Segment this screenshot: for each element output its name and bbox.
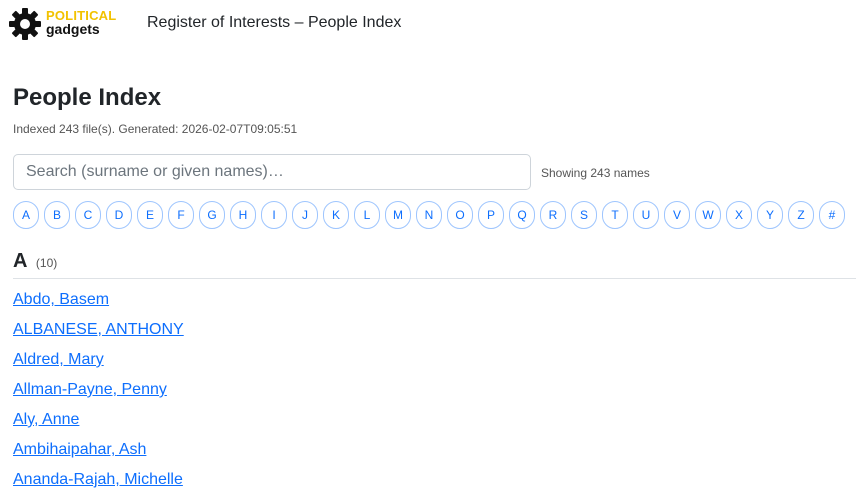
person-link[interactable]: Aldred, Mary <box>13 351 104 368</box>
alphabet-link-t[interactable]: T <box>602 201 628 229</box>
app-title: Register of Interests – People Index <box>147 14 402 31</box>
alphabet-link-g[interactable]: G <box>199 201 225 229</box>
alphabet-link-a[interactable]: A <box>13 201 39 229</box>
person-link[interactable]: ALBANESE, ANTHONY <box>13 321 184 338</box>
list-item: Abdo, Basem <box>13 288 184 318</box>
alphabet-link-h[interactable]: H <box>230 201 256 229</box>
alphabet-link-hash[interactable]: # <box>819 201 845 229</box>
alphabet-link-c[interactable]: C <box>75 201 101 229</box>
index-meta: Indexed 243 file(s). Generated: 2026-02-… <box>13 122 298 136</box>
alphabet-link-v[interactable]: V <box>664 201 690 229</box>
alphabet-link-w[interactable]: W <box>695 201 721 229</box>
list-item: Aly, Anne <box>13 408 184 438</box>
alphabet-link-s[interactable]: S <box>571 201 597 229</box>
alphabet-link-j[interactable]: J <box>292 201 318 229</box>
alphabet-nav: A B C D E F G H I J K L M N O P Q R S T U V W X Y Z # <box>13 201 857 231</box>
section-heading: A (10) <box>13 250 856 279</box>
people-list: Abdo, Basem ALBANESE, ANTHONY Aldred, Mary… <box>13 288 184 498</box>
alphabet-link-b[interactable]: B <box>44 201 70 229</box>
alphabet-link-o[interactable]: O <box>447 201 473 229</box>
alphabet-link-n[interactable]: N <box>416 201 442 229</box>
alphabet-link-m[interactable]: M <box>385 201 411 229</box>
alphabet-link-y[interactable]: Y <box>757 201 783 229</box>
logo-text-gadgets: gadgets <box>46 21 100 37</box>
alphabet-link-u[interactable]: U <box>633 201 659 229</box>
person-link[interactable]: Ananda-Rajah, Michelle <box>13 471 183 488</box>
person-link[interactable]: Allman-Payne, Penny <box>13 381 167 398</box>
alphabet-link-q[interactable]: Q <box>509 201 535 229</box>
showing-count: Showing 243 names <box>541 166 650 180</box>
alphabet-link-p[interactable]: P <box>478 201 504 229</box>
list-item: ALBANESE, ANTHONY <box>13 318 184 348</box>
list-item: Allman-Payne, Penny <box>13 378 184 408</box>
alphabet-link-f[interactable]: F <box>168 201 194 229</box>
top-bar: POLITICAL gadgets Register of Interests … <box>0 0 857 48</box>
site-logo[interactable]: POLITICAL gadgets <box>8 6 138 42</box>
list-item: Ananda-Rajah, Michelle <box>13 468 184 498</box>
search-input[interactable] <box>13 154 531 190</box>
page-title: People Index <box>13 84 162 111</box>
alphabet-link-l[interactable]: L <box>354 201 380 229</box>
gear-icon <box>9 8 41 40</box>
alphabet-link-k[interactable]: K <box>323 201 349 229</box>
alphabet-link-x[interactable]: X <box>726 201 752 229</box>
person-link[interactable]: Aly, Anne <box>13 411 79 428</box>
alphabet-link-d[interactable]: D <box>106 201 132 229</box>
section-count: (10) <box>35 256 58 270</box>
list-item: Aldred, Mary <box>13 348 184 378</box>
list-item: Ambihaipahar, Ash <box>13 438 184 468</box>
alphabet-link-i[interactable]: I <box>261 201 287 229</box>
alphabet-link-e[interactable]: E <box>137 201 163 229</box>
person-link[interactable]: Ambihaipahar, Ash <box>13 441 146 458</box>
person-link[interactable]: Abdo, Basem <box>13 291 109 308</box>
section-letter: A <box>13 250 28 272</box>
alphabet-link-r[interactable]: R <box>540 201 566 229</box>
alphabet-link-z[interactable]: Z <box>788 201 814 229</box>
